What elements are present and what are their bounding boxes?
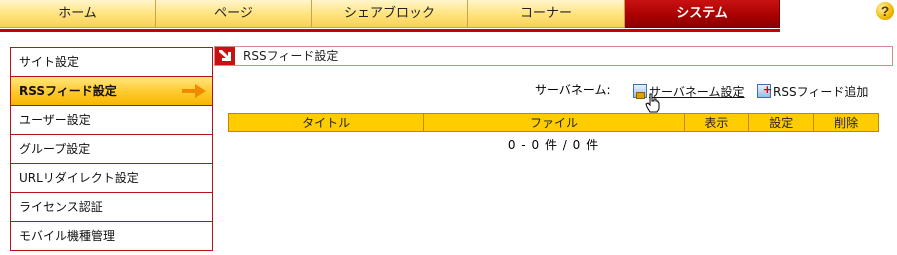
add-feed-icon	[757, 82, 772, 98]
sidebar-item-label: ライセンス認証	[19, 200, 103, 214]
tab-home[interactable]: ホーム	[0, 0, 156, 28]
top-navigation: ホーム ページ シェアブロック コーナー システム ?	[0, 0, 897, 32]
add-rss-feed-link[interactable]: RSSフィード追加	[757, 82, 868, 100]
tab-system[interactable]: システム	[625, 0, 780, 28]
table-header-row: タイトル ファイル 表示 設定 削除	[227, 113, 879, 132]
page-title: RSSフィード設定	[243, 49, 339, 63]
hand-cursor-icon	[645, 93, 660, 113]
nav-underline	[0, 29, 780, 32]
sidebar-item-label: ユーザー設定	[19, 113, 91, 127]
sidebar-item-label: URLリダイレクト設定	[19, 171, 139, 185]
sidebar-item-site-settings[interactable]: サイト設定	[11, 48, 212, 77]
server-name-label: サーバネーム:	[535, 83, 611, 97]
question-circle-icon[interactable]: ?	[876, 2, 894, 20]
column-delete[interactable]: 削除	[813, 113, 879, 132]
rss-feed-table: タイトル ファイル 表示 設定 削除	[227, 113, 879, 132]
column-settings[interactable]: 設定	[748, 113, 815, 132]
sidebar-item-label: RSSフィード設定	[19, 84, 117, 98]
column-title[interactable]: タイトル	[227, 113, 425, 132]
right-arrow-icon	[182, 84, 206, 98]
sidebar-item-label: モバイル機種管理	[19, 229, 116, 243]
column-file[interactable]: ファイル	[423, 113, 685, 132]
sidebar-item-license-auth[interactable]: ライセンス認証	[11, 193, 212, 222]
tab-corner[interactable]: コーナー	[468, 0, 625, 28]
tab-share-block[interactable]: シェアブロック	[312, 0, 468, 28]
content-header: RSSフィード設定	[214, 46, 893, 66]
sidebar-item-rss-feed-settings[interactable]: RSSフィード設定	[11, 77, 212, 106]
sidebar-item-label: サイト設定	[19, 55, 80, 69]
sidebar-item-user-settings[interactable]: ユーザー設定	[11, 106, 212, 135]
red-down-arrow-icon	[215, 47, 235, 65]
pagination-summary: 0 - 0 件 / 0 件	[507, 138, 600, 152]
sidebar-item-url-redirect-settings[interactable]: URLリダイレクト設定	[11, 164, 212, 193]
sidebar-item-group-settings[interactable]: グループ設定	[11, 135, 212, 164]
sidebar-item-mobile-device-management[interactable]: モバイル機種管理	[11, 222, 212, 251]
tab-page[interactable]: ページ	[156, 0, 312, 28]
sidebar-menu: サイト設定 RSSフィード設定 ユーザー設定 グループ設定 URLリダイレクト設…	[10, 47, 213, 251]
column-display[interactable]: 表示	[683, 113, 750, 132]
sidebar-item-label: グループ設定	[19, 142, 91, 156]
